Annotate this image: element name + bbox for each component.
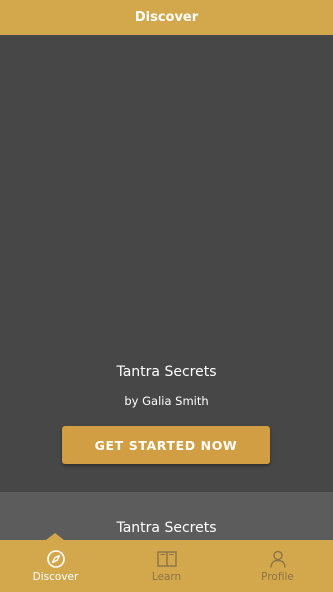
hero-author: by Galia Smith [124, 394, 209, 408]
get-started-button[interactable]: GET STARTED NOW [62, 426, 270, 464]
book-icon [156, 549, 178, 569]
tab-label: Discover [32, 571, 79, 583]
tab-label: Learn [151, 571, 182, 583]
tab-profile[interactable]: Profile [222, 540, 333, 592]
tab-learn[interactable]: Learn [111, 540, 222, 592]
tab-discover[interactable]: Discover [0, 540, 111, 592]
hero-title: Tantra Secrets [116, 364, 217, 380]
bottom-tab-bar: Discover Learn Profile [0, 533, 333, 592]
active-tab-indicator [46, 533, 64, 540]
person-icon [268, 549, 288, 569]
app-header: Discover [0, 0, 333, 35]
hero-banner[interactable]: Tantra Secrets by Galia Smith GET STARTE… [0, 35, 333, 492]
page-title: Discover [134, 10, 199, 25]
compass-icon [46, 549, 66, 569]
tab-label: Profile [261, 571, 294, 583]
